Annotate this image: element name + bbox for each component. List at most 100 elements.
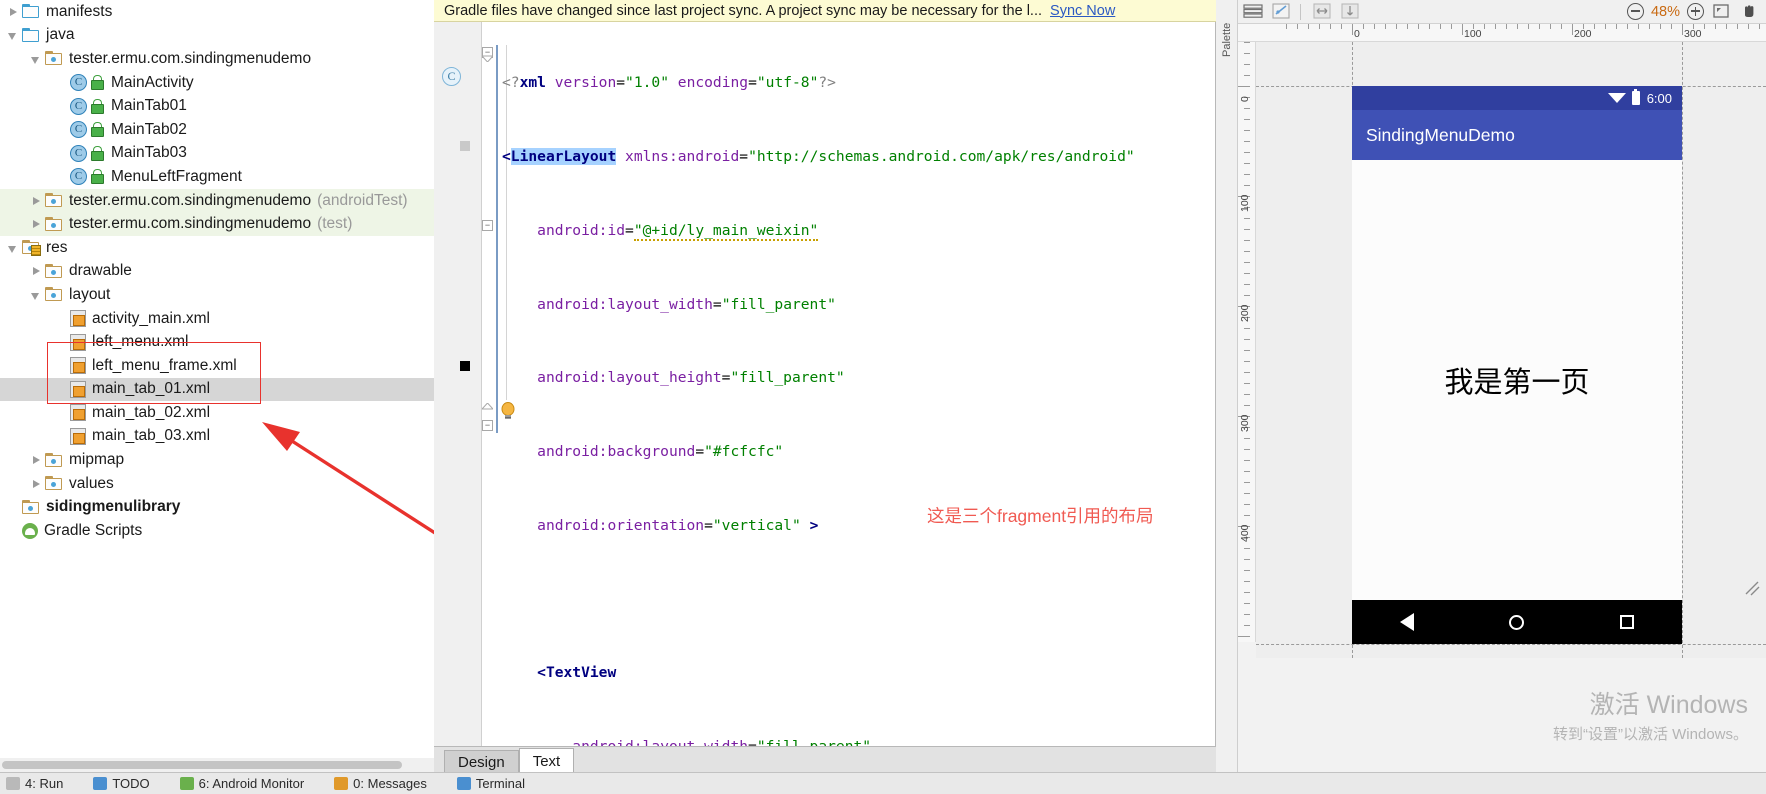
fold-end-cap-icon[interactable] <box>482 55 493 62</box>
ruler-tick <box>1671 24 1672 29</box>
palette-strip[interactable]: Palette <box>1216 0 1238 772</box>
fit-width-icon[interactable] <box>1311 2 1335 22</box>
nav-recents-icon[interactable] <box>1620 615 1635 629</box>
layout-variants-icon[interactable] <box>1242 2 1266 22</box>
tree-item-activity-main-xml[interactable]: ‹› activity_main.xml <box>0 307 434 331</box>
tree-item-res[interactable]: res <box>0 236 434 260</box>
tree-item-values[interactable]: values <box>0 472 434 496</box>
palette-label[interactable]: Palette <box>1221 7 1233 57</box>
tree-item-maintab03[interactable]: C MainTab03 <box>0 142 434 166</box>
pan-hand-icon[interactable] <box>1738 2 1762 22</box>
tree-item-mipmap[interactable]: mipmap <box>0 448 434 472</box>
tab-text[interactable]: Text <box>518 748 575 774</box>
zoom-out-button[interactable] <box>1626 3 1644 20</box>
tree-item-left-menu-xml[interactable]: ‹› left_menu.xml <box>0 330 434 354</box>
tree-item-tester-ermu-com-sindingmenudemo[interactable]: tester.ermu.com.sindingmenudemo (androidT… <box>0 188 434 213</box>
status-bar-item-4-run[interactable]: 4: Run <box>6 776 63 791</box>
folder-icon <box>22 4 40 19</box>
sync-now-link[interactable]: Sync Now <box>1050 3 1115 19</box>
ruler-tick <box>1244 361 1250 362</box>
ruler-label: 300 <box>1684 28 1702 40</box>
xml-file-icon: ‹› <box>70 333 86 351</box>
chevron-down-icon[interactable] <box>6 241 20 255</box>
tree-item-mainactivity[interactable]: C MainActivity <box>0 71 434 95</box>
chevron-down-icon[interactable] <box>29 52 43 66</box>
chevron-right-icon[interactable] <box>29 477 43 491</box>
chevron-down-icon[interactable] <box>6 28 20 42</box>
ruler-tick <box>1244 64 1250 65</box>
preview-canvas[interactable]: 6:00 SindingMenuDemo 我是第一页 <box>1256 42 1766 658</box>
chevron-right-icon[interactable] <box>29 217 43 231</box>
ruler-tick <box>1506 24 1507 29</box>
tree-item-left-menu-frame-xml[interactable]: ‹› left_menu_frame.xml <box>0 354 434 378</box>
status-bar-item-todo[interactable]: TODO <box>93 776 150 791</box>
ruler-tick <box>1244 141 1250 142</box>
ruler-tick <box>1244 482 1250 483</box>
fold-end-cap-icon[interactable] <box>482 403 493 410</box>
fold-toggle-icon[interactable]: − <box>482 220 493 231</box>
fit-height-icon[interactable] <box>1339 2 1363 22</box>
gutter-bookmark-marker[interactable] <box>460 361 470 371</box>
zoom-in-button[interactable] <box>1687 3 1704 20</box>
editor-view-tabs[interactable]: Design Text <box>434 746 1216 774</box>
resize-grip-icon[interactable] <box>1742 578 1762 598</box>
tab-design[interactable]: Design <box>444 750 519 774</box>
tree-item-menuleftfragment[interactable]: C MenuLeftFragment <box>0 165 434 189</box>
ruler-tick <box>1341 24 1342 29</box>
chevron-down-icon[interactable] <box>29 288 43 302</box>
code-folding-strip[interactable]: − − − <box>482 22 496 746</box>
tree-item-manifests[interactable]: manifests <box>0 0 434 24</box>
fold-toggle-icon[interactable]: − <box>482 420 493 431</box>
code-text-area[interactable]: <?xml version="1.0" encoding="utf-8"?> <… <box>496 22 1216 755</box>
ruler-tick <box>1238 636 1250 637</box>
device-status-bar: 6:00 <box>1352 86 1682 110</box>
zoom-to-fit-icon[interactable] <box>1710 2 1734 22</box>
tree-item-drawable[interactable]: drawable <box>0 260 434 284</box>
status-bar-item-6-android-monitor[interactable]: 6: Android Monitor <box>179 776 304 791</box>
project-tree-hscrollbar[interactable] <box>0 758 434 772</box>
device-preview[interactable]: 6:00 SindingMenuDemo 我是第一页 <box>1352 86 1682 644</box>
chevron-right-icon[interactable] <box>29 194 43 208</box>
folder-icon <box>22 27 40 43</box>
tree-item-gradle-scripts[interactable]: Gradle Scripts <box>0 519 434 543</box>
tree-item-tester-ermu-com-sindingmenudemo[interactable]: tester.ermu.com.sindingmenudemo (test) <box>0 212 434 236</box>
nav-home-icon[interactable] <box>1509 614 1525 630</box>
tree-item-label: main_tab_03.xml <box>92 427 211 445</box>
tree-item-main-tab-01-xml[interactable]: ‹› main_tab_01.xml <box>0 377 434 402</box>
bottom-status-bar[interactable]: 4: Run TODO 6: Android Monitor 0: Messages T… <box>0 772 1766 794</box>
scrollbar-thumb[interactable] <box>2 761 402 769</box>
java-class-icon: C <box>70 144 87 162</box>
chevron-right-icon[interactable] <box>29 264 43 278</box>
nav-back-icon[interactable] <box>1399 613 1414 631</box>
ruler-tick <box>1244 185 1250 186</box>
tree-item-main-tab-03-xml[interactable]: ‹› main_tab_03.xml <box>0 425 434 449</box>
chevron-right-icon[interactable] <box>6 5 20 19</box>
unlocked-icon <box>90 169 104 185</box>
tree-item-maintab01[interactable]: C MainTab01 <box>0 94 434 118</box>
ruler-label: 400 <box>1239 524 1251 542</box>
tree-item-layout[interactable]: layout <box>0 283 434 307</box>
ruler-tick <box>1297 24 1298 29</box>
code-editor[interactable]: Gradle files have changed since last pro… <box>434 0 1650 755</box>
tree-item-java[interactable]: java <box>0 24 434 48</box>
chevron-right-icon[interactable] <box>29 453 43 467</box>
tree-item-sidingmenulibrary[interactable]: sidingmenulibrary <box>0 495 434 519</box>
status-bar-item-terminal[interactable]: Terminal <box>456 776 525 791</box>
tree-item-main-tab-02-xml[interactable]: ‹› main_tab_02.xml <box>0 401 434 425</box>
package-folder-icon <box>22 499 40 515</box>
package-folder-icon <box>22 240 41 257</box>
layout-preview-panel[interactable]: Palette 48% 0 100 200 300 0 100 200 300 … <box>1216 0 1766 772</box>
preview-toolbar[interactable]: 48% <box>1238 0 1766 24</box>
tree-item-maintab02[interactable]: C MainTab02 <box>0 118 434 142</box>
ruler-tick <box>1462 24 1463 35</box>
tree-item-tester-ermu-com-sindingmenudemo[interactable]: tester.ermu.com.sindingmenudemo <box>0 47 434 71</box>
editor-gutter[interactable]: C <box>434 22 482 746</box>
ruler-tick <box>1244 339 1250 340</box>
refresh-render-icon[interactable] <box>1270 2 1294 22</box>
status-bar-item-0-messages[interactable]: 0: Messages <box>334 776 427 791</box>
project-tree-panel[interactable]: manifests java tester.ermu.com.sindingmenu… <box>0 0 434 772</box>
gutter-breakpoint-marker[interactable] <box>460 141 470 151</box>
tree-item-label: MainActivity <box>111 73 194 91</box>
class-marker-icon[interactable]: C <box>442 67 461 86</box>
